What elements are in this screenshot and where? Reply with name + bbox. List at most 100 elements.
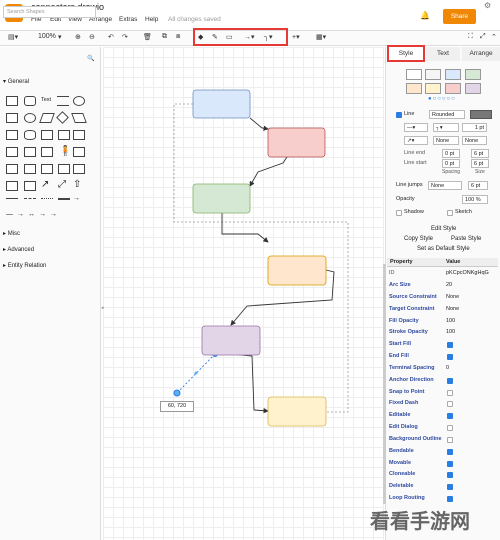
node-green xyxy=(192,183,251,214)
id-value: pKCpcONKgHqG xyxy=(446,270,489,276)
deletable-checkbox[interactable] xyxy=(447,484,453,490)
waypoint-select[interactable]: ┐▾ xyxy=(433,123,459,132)
sketch-label: Sketch xyxy=(455,209,472,215)
swatch-gray[interactable] xyxy=(425,69,441,80)
end-fill-checkbox[interactable] xyxy=(447,354,453,360)
connector-blue-red xyxy=(249,117,269,131)
prop-background-outline: Background Outline xyxy=(389,436,442,442)
spacing-label: Spacing xyxy=(442,169,461,175)
anchor-direction-checkbox[interactable] xyxy=(447,378,453,384)
prop-cloneable: Cloneable xyxy=(389,471,416,477)
sketch-checkbox[interactable] xyxy=(447,210,453,216)
value-header: Value xyxy=(446,259,461,265)
line-end-label: Line end xyxy=(404,150,426,156)
line-end-spacing[interactable]: 0 pt xyxy=(442,149,460,158)
swatch-yellow[interactable] xyxy=(425,83,441,94)
line-color-picker[interactable] xyxy=(470,110,492,119)
prop-bendable: Bendable xyxy=(389,448,414,454)
line-start-size[interactable]: 6 pt xyxy=(471,159,489,168)
prop-arc-size: Arc Size xyxy=(389,282,411,288)
prop-stroke-opacity-value[interactable]: 100 xyxy=(446,329,455,335)
node-yellow xyxy=(267,396,327,427)
node-purple xyxy=(201,325,261,356)
prop-deletable: Deletable xyxy=(389,483,414,489)
tab-arrange[interactable]: Arrange xyxy=(462,47,500,61)
line-style-select[interactable]: Rounded xyxy=(429,110,465,119)
start-fill-checkbox[interactable] xyxy=(447,342,453,348)
movable-checkbox[interactable] xyxy=(447,461,453,467)
edit-dialog-checkbox[interactable] xyxy=(447,425,453,431)
swatch-red[interactable] xyxy=(445,83,461,94)
connector-green-orange xyxy=(221,212,269,243)
tab-text[interactable]: Text xyxy=(426,47,460,61)
connector-red-green xyxy=(249,156,288,187)
coordinate-tooltip: 60, 720 xyxy=(160,401,194,412)
prop-source-constraint: Source Constraint xyxy=(389,294,437,300)
prop-terminal-spacing: Terminal Spacing xyxy=(389,365,435,371)
editable-checkbox[interactable] xyxy=(447,413,453,419)
paste-style-button[interactable]: Paste Style xyxy=(451,236,481,242)
loop-routing-checkbox[interactable] xyxy=(447,496,453,502)
prop-terminal-spacing-value[interactable]: 0 xyxy=(446,365,449,371)
swatch-blue[interactable] xyxy=(445,69,461,80)
line-jumps-select[interactable]: None xyxy=(428,181,462,190)
opacity-input[interactable]: 100 % xyxy=(462,195,488,204)
node-blue xyxy=(192,89,251,119)
line-checkbox[interactable] xyxy=(396,112,402,118)
node-orange xyxy=(267,255,327,286)
connection-select[interactable]: ↗▾ xyxy=(404,136,428,145)
bendable-checkbox[interactable] xyxy=(447,449,453,455)
copy-style-button[interactable]: Copy Style xyxy=(404,236,433,242)
prop-target-constraint-value[interactable]: None xyxy=(446,306,459,312)
opacity-label: Opacity xyxy=(396,196,415,202)
swatch-page-dots[interactable]: ●○○○○○ xyxy=(428,96,456,102)
connector-purple-yellow xyxy=(231,353,269,414)
prop-arc-size-value[interactable]: 20 xyxy=(446,282,452,288)
watermark-logo: 看看手游网 xyxy=(370,511,470,533)
swatch-green[interactable] xyxy=(465,69,481,80)
line-end-select[interactable]: None xyxy=(462,136,487,145)
size-label: Size xyxy=(475,169,485,175)
prop-editable: Editable xyxy=(389,412,411,418)
node-red xyxy=(267,127,326,158)
line-start-select[interactable]: None xyxy=(433,136,459,145)
prop-anchor-direction: Anchor Direction xyxy=(389,377,434,383)
line-width-input[interactable]: 1 pt xyxy=(462,123,487,132)
prop-fill-opacity-value[interactable]: 100 xyxy=(446,318,455,324)
set-default-style-button[interactable]: Set as Default Style xyxy=(417,246,470,252)
shadow-checkbox[interactable] xyxy=(396,210,402,216)
background-outline-checkbox[interactable] xyxy=(447,437,453,443)
line-start-label: Line start xyxy=(404,160,427,166)
cloneable-checkbox[interactable] xyxy=(447,472,453,478)
property-header: Property xyxy=(390,259,413,265)
fixed-dash-checkbox[interactable] xyxy=(447,401,453,407)
swatch-orange[interactable] xyxy=(406,83,422,94)
collapse-sidebar-icon[interactable]: ◂ xyxy=(101,305,104,311)
edge-handle-mid xyxy=(194,371,198,375)
pattern-select[interactable]: ―▾ xyxy=(404,123,428,132)
prop-fixed-dash: Fixed Dash xyxy=(389,400,419,406)
line-label: Line xyxy=(404,111,415,117)
snap-to-point-checkbox[interactable] xyxy=(447,390,453,396)
swatch-white[interactable] xyxy=(406,69,422,80)
scrollbar[interactable] xyxy=(383,264,386,504)
line-end-size[interactable]: 6 pt xyxy=(471,149,489,158)
line-jumps-size[interactable]: 6 pt xyxy=(468,181,488,190)
prop-stroke-opacity: Stroke Opacity xyxy=(389,329,428,335)
shadow-label: Shadow xyxy=(404,209,424,215)
prop-start-fill: Start Fill xyxy=(389,341,412,347)
prop-movable: Movable xyxy=(389,460,412,466)
id-label: ID xyxy=(389,270,395,276)
prop-end-fill: End Fill xyxy=(389,353,409,359)
line-start-spacing[interactable]: 0 pt xyxy=(442,159,460,168)
swatch-purple[interactable] xyxy=(465,83,481,94)
prop-edit-dialog: Edit Dialog xyxy=(389,424,418,430)
edge-handle-start xyxy=(173,389,181,397)
edit-style-button[interactable]: Edit Style xyxy=(431,226,456,232)
prop-loop-routing: Loop Routing xyxy=(389,495,425,501)
prop-source-constraint-value[interactable]: None xyxy=(446,294,459,300)
prop-fill-opacity: Fill Opacity xyxy=(389,318,419,324)
prop-snap-to-point: Snap to Point xyxy=(389,389,425,395)
style-tab-highlight xyxy=(387,45,425,62)
prop-target-constraint: Target Constraint xyxy=(389,306,435,312)
